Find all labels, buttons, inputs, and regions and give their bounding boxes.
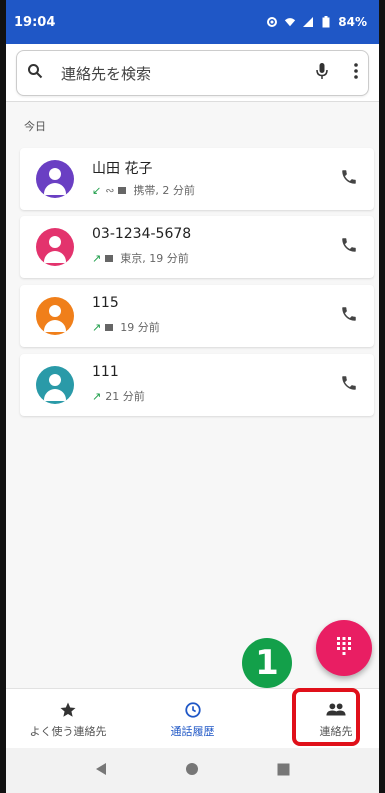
search-input[interactable]: 連絡先を検索 xyxy=(16,50,369,96)
outgoing-call-icon: ↗ xyxy=(92,251,102,265)
call-button[interactable] xyxy=(338,168,360,190)
call-detail: ↗ 東京, 19 分前 xyxy=(92,250,189,266)
more-vert-icon[interactable] xyxy=(354,63,358,83)
phone-icon xyxy=(340,168,358,190)
battery-level: 84% xyxy=(338,15,367,29)
star-icon xyxy=(58,700,78,720)
phone-icon xyxy=(340,305,358,327)
avatar[interactable] xyxy=(36,297,74,335)
call-detail: ↗ 21 分前 xyxy=(92,388,145,404)
outgoing-call-icon: ↗ xyxy=(92,389,102,403)
call-detail-text: 携帯, 2 分前 xyxy=(133,184,195,197)
avatar[interactable] xyxy=(36,366,74,404)
incoming-call-icon: ↙ xyxy=(92,183,102,197)
caller-name: 03-1234-5678 xyxy=(92,226,192,242)
call-log-item[interactable]: 111 ↗ 21 分前 xyxy=(20,354,374,416)
phone-icon xyxy=(340,374,358,396)
avatar[interactable] xyxy=(36,160,74,198)
clock-icon xyxy=(183,700,203,720)
sim-icon xyxy=(105,254,114,262)
call-button[interactable] xyxy=(338,305,360,327)
avatar[interactable] xyxy=(36,228,74,266)
call-detail-text: 21 分前 xyxy=(105,390,145,403)
call-button[interactable] xyxy=(338,374,360,396)
caller-name: 115 xyxy=(92,295,119,311)
call-log-item[interactable]: 115 ↗ 19 分前 xyxy=(20,285,374,347)
call-detail: ↗ 19 分前 xyxy=(92,319,160,335)
tab-recents[interactable]: 通話履歴 xyxy=(130,689,255,749)
section-header-today: 今日 xyxy=(24,120,46,133)
contacts-tab-highlight xyxy=(292,688,360,746)
call-detail: ↙ ∾ 携帯, 2 分前 xyxy=(92,182,195,198)
search-icon[interactable] xyxy=(27,63,43,83)
sim-icon xyxy=(118,186,127,194)
tab-favorites-label: よく使う連絡先 xyxy=(29,724,107,738)
call-detail-text: 19 分前 xyxy=(120,321,160,334)
recents-apps-icon[interactable] xyxy=(277,761,290,780)
status-bar: 19:04 84% xyxy=(6,0,379,44)
call-log-item[interactable]: 03-1234-5678 ↗ 東京, 19 分前 xyxy=(20,216,374,278)
sim-icon xyxy=(105,323,114,331)
caller-name: 111 xyxy=(92,364,119,380)
phone-icon xyxy=(340,236,358,258)
call-button[interactable] xyxy=(338,236,360,258)
dialpad-button[interactable] xyxy=(316,620,372,676)
system-navigation-bar xyxy=(6,748,379,793)
tab-favorites[interactable]: よく使う連絡先 xyxy=(6,689,130,749)
step-number-badge: 1 xyxy=(242,638,292,688)
call-detail-text: 東京, 19 分前 xyxy=(120,252,189,265)
battery-icon xyxy=(320,16,332,28)
search-placeholder: 連絡先を検索 xyxy=(61,64,152,83)
caller-name: 山田 花子 xyxy=(92,161,153,177)
outgoing-call-icon: ↗ xyxy=(92,320,102,334)
call-log-item[interactable]: 山田 花子 ↙ ∾ 携帯, 2 分前 xyxy=(20,148,374,210)
microphone-icon[interactable] xyxy=(316,62,328,84)
dialpad-icon xyxy=(336,636,352,660)
voicemail-icon: ∾ xyxy=(105,183,115,197)
home-icon[interactable] xyxy=(185,761,199,780)
wifi-icon xyxy=(284,16,296,28)
signal-icon xyxy=(302,16,314,28)
search-bar-area: 連絡先を検索 xyxy=(6,44,379,102)
back-icon[interactable] xyxy=(95,761,107,780)
tab-recents-label: 通話履歴 xyxy=(170,724,215,738)
status-time: 19:04 xyxy=(14,14,56,30)
sync-icon xyxy=(266,16,278,28)
status-icons: 84% xyxy=(266,15,367,29)
